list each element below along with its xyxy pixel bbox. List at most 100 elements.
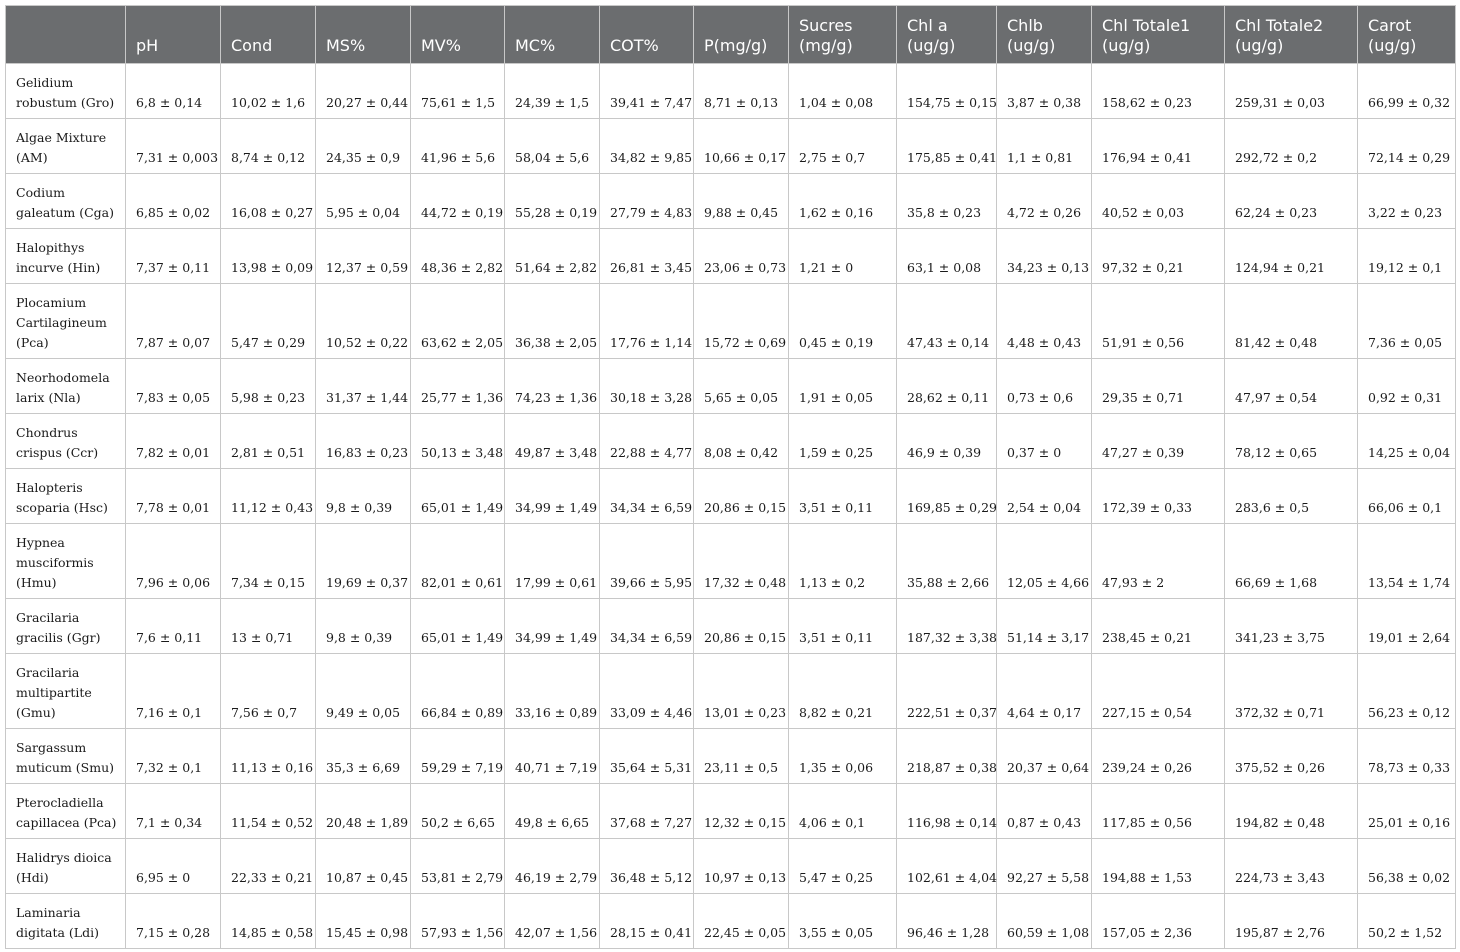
- value-cell: 82,01 ± 0,61: [410, 523, 505, 599]
- table-body: Gelidium robustum (Gro) 6,8 ± 0,14 10,02 ±…: [5, 63, 1456, 949]
- header-cell-chl-a: Chl a (ug/g): [896, 5, 997, 64]
- table-row: Hypnea musciformis (Hmu) 7,96 ± 0,06 7,34 …: [5, 523, 1456, 599]
- value-cell: 3,87 ± 0,38: [996, 63, 1092, 119]
- value-cell: 7,36 ± 0,05: [1357, 283, 1456, 359]
- value-cell: 10,02 ± 1,6: [220, 63, 316, 119]
- value-cell: 46,19 ± 2,79: [504, 838, 600, 894]
- value-cell: 1,35 ± 0,06: [788, 728, 897, 784]
- value-cell: 40,71 ± 7,19: [504, 728, 600, 784]
- value-cell: 33,09 ± 4,46: [599, 653, 694, 729]
- value-cell: 15,72 ± 0,69: [693, 283, 789, 359]
- value-cell: 25,01 ± 0,16: [1357, 783, 1456, 839]
- value-cell: 44,72 ± 0,19: [410, 173, 505, 229]
- species-name-cell: Pterocladiella capillacea (Pca): [5, 783, 126, 839]
- value-cell: 0,73 ± 0,6: [996, 358, 1092, 414]
- value-cell: 4,06 ± 0,1: [788, 783, 897, 839]
- value-cell: 227,15 ± 0,54: [1091, 653, 1225, 729]
- species-name-cell: Halopithys incurve (Hin): [5, 228, 126, 284]
- value-cell: 28,62 ± 0,11: [896, 358, 997, 414]
- value-cell: 172,39 ± 0,33: [1091, 468, 1225, 524]
- value-cell: 23,06 ± 0,73: [693, 228, 789, 284]
- value-cell: 7,6 ± 0,11: [125, 598, 221, 654]
- value-cell: 17,76 ± 1,14: [599, 283, 694, 359]
- value-cell: 372,32 ± 0,71: [1224, 653, 1358, 729]
- value-cell: 154,75 ± 0,15: [896, 63, 997, 119]
- value-cell: 7,96 ± 0,06: [125, 523, 221, 599]
- header-cell-ph: pH: [125, 5, 221, 64]
- value-cell: 66,06 ± 0,1: [1357, 468, 1456, 524]
- data-table-container: pH Cond MS% MV% MC% COT% P(mg/g) Sucres …: [5, 5, 1456, 949]
- value-cell: 47,27 ± 0,39: [1091, 413, 1225, 469]
- species-name-cell: Gracilaria gracilis (Ggr): [5, 598, 126, 654]
- value-cell: 34,34 ± 6,59: [599, 598, 694, 654]
- value-cell: 0,37 ± 0: [996, 413, 1092, 469]
- value-cell: 16,08 ± 0,27: [220, 173, 316, 229]
- value-cell: 10,52 ± 0,22: [315, 283, 411, 359]
- value-cell: 20,48 ± 1,89: [315, 783, 411, 839]
- value-cell: 63,1 ± 0,08: [896, 228, 997, 284]
- value-cell: 34,99 ± 1,49: [504, 598, 600, 654]
- value-cell: 218,87 ± 0,38: [896, 728, 997, 784]
- species-name-cell: Laminaria digitata (Ldi): [5, 893, 126, 949]
- value-cell: 19,12 ± 0,1: [1357, 228, 1456, 284]
- value-cell: 187,32 ± 3,38: [896, 598, 997, 654]
- value-cell: 51,14 ± 3,17: [996, 598, 1092, 654]
- value-cell: 41,96 ± 5,6: [410, 118, 505, 174]
- value-cell: 78,12 ± 0,65: [1224, 413, 1358, 469]
- value-cell: 375,52 ± 0,26: [1224, 728, 1358, 784]
- header-cell-mv: MV%: [410, 5, 505, 64]
- value-cell: 50,2 ± 6,65: [410, 783, 505, 839]
- header-cell-carot: Carot (ug/g): [1357, 5, 1456, 64]
- value-cell: 13 ± 0,71: [220, 598, 316, 654]
- value-cell: 5,65 ± 0,05: [693, 358, 789, 414]
- value-cell: 31,37 ± 1,44: [315, 358, 411, 414]
- value-cell: 1,13 ± 0,2: [788, 523, 897, 599]
- value-cell: 16,83 ± 0,23: [315, 413, 411, 469]
- value-cell: 5,47 ± 0,25: [788, 838, 897, 894]
- value-cell: 13,54 ± 1,74: [1357, 523, 1456, 599]
- table-row: Chondrus crispus (Ccr) 7,82 ± 0,01 2,81 ± …: [5, 413, 1456, 469]
- header-cell-species: [5, 5, 126, 64]
- value-cell: 5,98 ± 0,23: [220, 358, 316, 414]
- value-cell: 19,69 ± 0,37: [315, 523, 411, 599]
- value-cell: 78,73 ± 0,33: [1357, 728, 1456, 784]
- value-cell: 7,34 ± 0,15: [220, 523, 316, 599]
- value-cell: 20,27 ± 0,44: [315, 63, 411, 119]
- value-cell: 3,55 ± 0,05: [788, 893, 897, 949]
- value-cell: 57,93 ± 1,56: [410, 893, 505, 949]
- value-cell: 341,23 ± 3,75: [1224, 598, 1358, 654]
- header-cell-chl-totale2: Chl Totale2 (ug/g): [1224, 5, 1358, 64]
- value-cell: 158,62 ± 0,23: [1091, 63, 1225, 119]
- table-row: Algae Mixture (AM) 7,31 ± 0,003 8,74 ± 0,1…: [5, 118, 1456, 174]
- value-cell: 4,64 ± 0,17: [996, 653, 1092, 729]
- table-row: Neorhodomela larix (Nla) 7,83 ± 0,05 5,98 …: [5, 358, 1456, 414]
- value-cell: 74,23 ± 1,36: [504, 358, 600, 414]
- value-cell: 6,85 ± 0,02: [125, 173, 221, 229]
- value-cell: 20,37 ± 0,64: [996, 728, 1092, 784]
- value-cell: 6,8 ± 0,14: [125, 63, 221, 119]
- value-cell: 3,51 ± 0,11: [788, 468, 897, 524]
- value-cell: 66,69 ± 1,68: [1224, 523, 1358, 599]
- value-cell: 40,52 ± 0,03: [1091, 173, 1225, 229]
- value-cell: 33,16 ± 0,89: [504, 653, 600, 729]
- value-cell: 34,82 ± 9,85: [599, 118, 694, 174]
- value-cell: 176,94 ± 0,41: [1091, 118, 1225, 174]
- value-cell: 66,99 ± 0,32: [1357, 63, 1456, 119]
- value-cell: 53,81 ± 2,79: [410, 838, 505, 894]
- value-cell: 92,27 ± 5,58: [996, 838, 1092, 894]
- value-cell: 60,59 ± 1,08: [996, 893, 1092, 949]
- value-cell: 97,32 ± 0,21: [1091, 228, 1225, 284]
- value-cell: 7,87 ± 0,07: [125, 283, 221, 359]
- value-cell: 48,36 ± 2,82: [410, 228, 505, 284]
- value-cell: 42,07 ± 1,56: [504, 893, 600, 949]
- value-cell: 46,9 ± 0,39: [896, 413, 997, 469]
- value-cell: 62,24 ± 0,23: [1224, 173, 1358, 229]
- value-cell: 28,15 ± 0,41: [599, 893, 694, 949]
- value-cell: 6,95 ± 0: [125, 838, 221, 894]
- table-row: Halopteris scoparia (Hsc) 7,78 ± 0,01 11,1…: [5, 468, 1456, 524]
- value-cell: 10,97 ± 0,13: [693, 838, 789, 894]
- header-row: pH Cond MS% MV% MC% COT% P(mg/g) Sucres …: [5, 5, 1456, 64]
- value-cell: 195,87 ± 2,76: [1224, 893, 1358, 949]
- value-cell: 65,01 ± 1,49: [410, 468, 505, 524]
- value-cell: 56,23 ± 0,12: [1357, 653, 1456, 729]
